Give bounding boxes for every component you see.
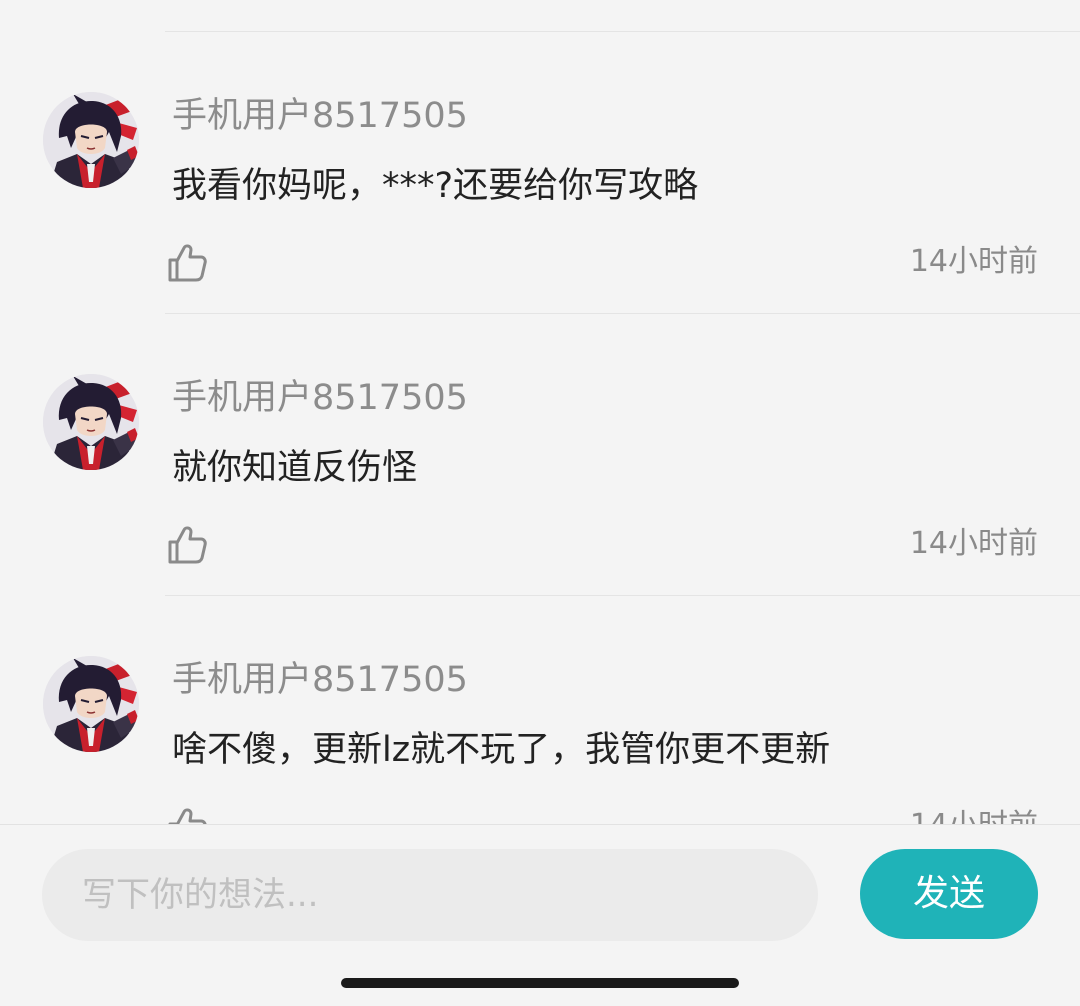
comment-feed[interactable]: 手机用户8517505 我看你妈呢，***?还要给你写攻略 14小时前 手机用户… [0,0,1080,824]
comment-composer: 发送 [0,824,1080,1006]
thumbs-up-icon[interactable] [164,240,210,286]
divider [165,595,1080,596]
avatar[interactable] [43,656,139,752]
comment-time: 14小时前 [910,806,1038,824]
comment-text: 就你知道反伤怪 [172,448,418,488]
thumbs-up-icon[interactable] [164,804,210,824]
comment-item: 手机用户8517505 啥不傻，更新lz就不玩了，我管你更不更新 14小时前 [0,656,1080,824]
avatar[interactable] [43,92,139,188]
avatar[interactable] [43,374,139,470]
comment-input[interactable] [42,849,818,941]
comment-username[interactable]: 手机用户8517505 [172,376,468,420]
comment-username[interactable]: 手机用户8517505 [172,658,468,702]
divider [165,313,1080,314]
home-indicator[interactable] [341,978,739,988]
thumbs-up-icon[interactable] [164,522,210,568]
send-button[interactable]: 发送 [860,849,1038,939]
comment-time: 14小时前 [909,526,1038,561]
divider [165,31,1080,32]
comment-item: 手机用户8517505 就你知道反伤怪 14小时前 [0,374,1080,656]
comment-text: 我看你妈呢，***?还要给你写攻略 [172,166,699,206]
comment-username[interactable]: 手机用户8517505 [172,94,468,138]
comment-text: 啥不傻，更新lz就不玩了，我管你更不更新 [172,730,831,770]
comment-item: 手机用户8517505 我看你妈呢，***?还要给你写攻略 14小时前 [0,92,1080,374]
comment-time: 14小时前 [909,244,1038,279]
